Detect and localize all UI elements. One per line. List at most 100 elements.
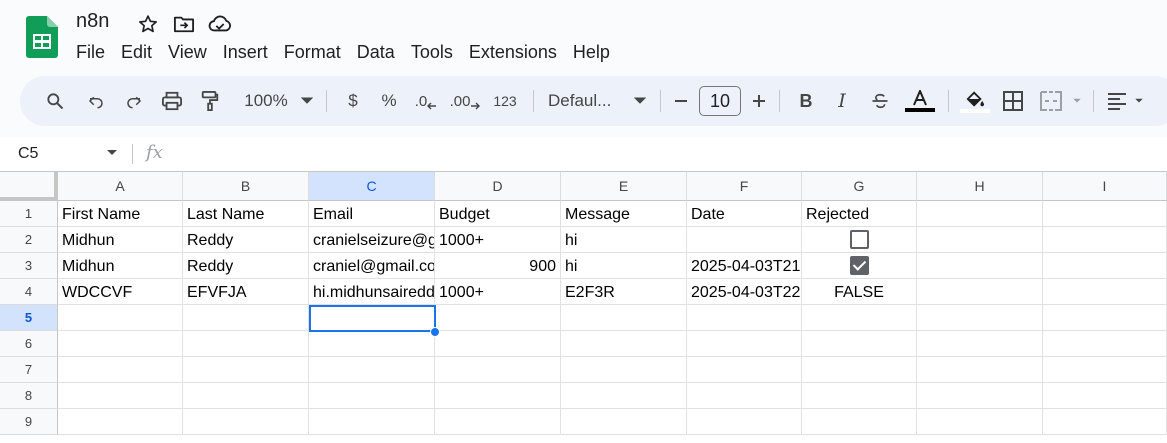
chevron-down-icon[interactable] [628, 85, 652, 117]
fill-color-icon[interactable] [957, 85, 993, 117]
cell-c9[interactable] [309, 409, 435, 435]
cell-d7[interactable] [435, 357, 561, 383]
cell-c1[interactable]: Email [309, 201, 435, 227]
cell-f9[interactable] [687, 409, 802, 435]
cell-g5[interactable] [802, 305, 917, 331]
horizontal-align-icon[interactable] [1102, 85, 1132, 117]
cell-d6[interactable] [435, 331, 561, 357]
cell-g1[interactable]: Rejected [802, 201, 917, 227]
menu-edit[interactable]: Edit [113, 40, 160, 65]
menu-format[interactable]: Format [276, 40, 349, 65]
cell-g4[interactable]: FALSE [802, 279, 917, 305]
menu-help[interactable]: Help [565, 40, 618, 65]
search-menus-icon[interactable] [40, 85, 70, 117]
row-header-8[interactable]: 8 [0, 383, 58, 409]
cell-h9[interactable] [917, 409, 1043, 435]
cell-e3[interactable]: hi [561, 253, 687, 279]
checkbox-checked-icon[interactable] [849, 256, 869, 275]
cell-d8[interactable] [435, 383, 561, 409]
cell-d5[interactable] [435, 305, 561, 331]
decrease-font-size-icon[interactable] [669, 85, 693, 117]
row-header-9[interactable]: 9 [0, 409, 58, 435]
cloud-status-icon[interactable] [208, 12, 232, 36]
row-header-3[interactable]: 3 [0, 253, 58, 279]
cell-e8[interactable] [561, 383, 687, 409]
cell-b2[interactable]: Reddy [183, 227, 309, 253]
row-header-2[interactable]: 2 [0, 227, 58, 253]
cell-e4[interactable]: E2F3R [561, 279, 687, 305]
name-box[interactable]: C5 [18, 145, 38, 163]
paint-format-icon[interactable] [192, 85, 228, 117]
zoom-value[interactable]: 100% [236, 85, 296, 117]
cell-a3[interactable]: Midhun [58, 253, 183, 279]
move-folder-icon[interactable] [172, 12, 196, 36]
column-header-d[interactable]: D [435, 171, 561, 201]
sheets-logo-icon[interactable] [26, 16, 58, 58]
cell-d3[interactable]: 900 [435, 253, 561, 279]
star-icon[interactable] [136, 12, 160, 36]
cell-e2[interactable]: hi [561, 227, 687, 253]
fill-handle[interactable] [430, 327, 440, 337]
menu-view[interactable]: View [160, 40, 215, 65]
merge-cells-icon[interactable] [1033, 85, 1069, 117]
row-header-6[interactable]: 6 [0, 331, 58, 357]
cell-c3[interactable]: craniel@gmail.com [309, 253, 435, 279]
cell-a1[interactable]: First Name [58, 201, 183, 227]
redo-icon[interactable] [116, 85, 152, 117]
cell-h6[interactable] [917, 331, 1043, 357]
cell-b3[interactable]: Reddy [183, 253, 309, 279]
cell-b5[interactable] [183, 305, 309, 331]
cell-c8[interactable] [309, 383, 435, 409]
cell-c6[interactable] [309, 331, 435, 357]
cell-f4[interactable]: 2025-04-03T22 [687, 279, 802, 305]
column-header-a[interactable]: A [58, 171, 183, 201]
text-color-icon[interactable] [900, 85, 940, 117]
cell-a6[interactable] [58, 331, 183, 357]
cell-h7[interactable] [917, 357, 1043, 383]
cell-g6[interactable] [802, 331, 917, 357]
column-header-c[interactable]: C [309, 171, 435, 201]
column-header-i[interactable]: I [1043, 171, 1167, 201]
cell-i7[interactable] [1043, 357, 1167, 383]
cell-c2[interactable]: cranielseizure@gmail.com [309, 227, 435, 253]
more-formats-button[interactable]: 123 [485, 85, 525, 117]
chevron-down-icon[interactable] [106, 149, 118, 157]
cell-i9[interactable] [1043, 409, 1167, 435]
cell-e5[interactable] [561, 305, 687, 331]
increase-decimal-button[interactable]: .00 [445, 85, 485, 117]
column-header-h[interactable]: H [917, 171, 1043, 201]
active-cell-selection[interactable] [309, 305, 436, 332]
cell-d2[interactable]: 1000+ [435, 227, 561, 253]
cell-b4[interactable]: EFVFJA [183, 279, 309, 305]
cell-h8[interactable] [917, 383, 1043, 409]
column-header-f[interactable]: F [687, 171, 802, 201]
cell-d9[interactable] [435, 409, 561, 435]
cell-b6[interactable] [183, 331, 309, 357]
borders-icon[interactable] [993, 85, 1033, 117]
menu-tools[interactable]: Tools [403, 40, 461, 65]
cell-i8[interactable] [1043, 383, 1167, 409]
cell-g9[interactable] [802, 409, 917, 435]
currency-format-button[interactable]: $ [335, 85, 371, 117]
row-header-7[interactable]: 7 [0, 357, 58, 383]
menu-insert[interactable]: Insert [215, 40, 276, 65]
cell-e9[interactable] [561, 409, 687, 435]
menu-data[interactable]: Data [349, 40, 403, 65]
select-all-corner[interactable] [0, 171, 58, 201]
cell-d1[interactable]: Budget [435, 201, 561, 227]
cell-i4[interactable] [1043, 279, 1167, 305]
cell-d4[interactable]: 1000+ [435, 279, 561, 305]
cell-h5[interactable] [917, 305, 1043, 331]
increase-font-size-icon[interactable] [747, 85, 771, 117]
cell-f6[interactable] [687, 331, 802, 357]
cell-e6[interactable] [561, 331, 687, 357]
chevron-down-icon[interactable] [296, 85, 318, 117]
cell-i3[interactable] [1043, 253, 1167, 279]
cell-a9[interactable] [58, 409, 183, 435]
percent-format-button[interactable]: % [371, 85, 407, 117]
cell-f2[interactable] [687, 227, 802, 253]
column-header-e[interactable]: E [561, 171, 687, 201]
cell-e1[interactable]: Message [561, 201, 687, 227]
cell-i1[interactable] [1043, 201, 1167, 227]
cell-f8[interactable] [687, 383, 802, 409]
